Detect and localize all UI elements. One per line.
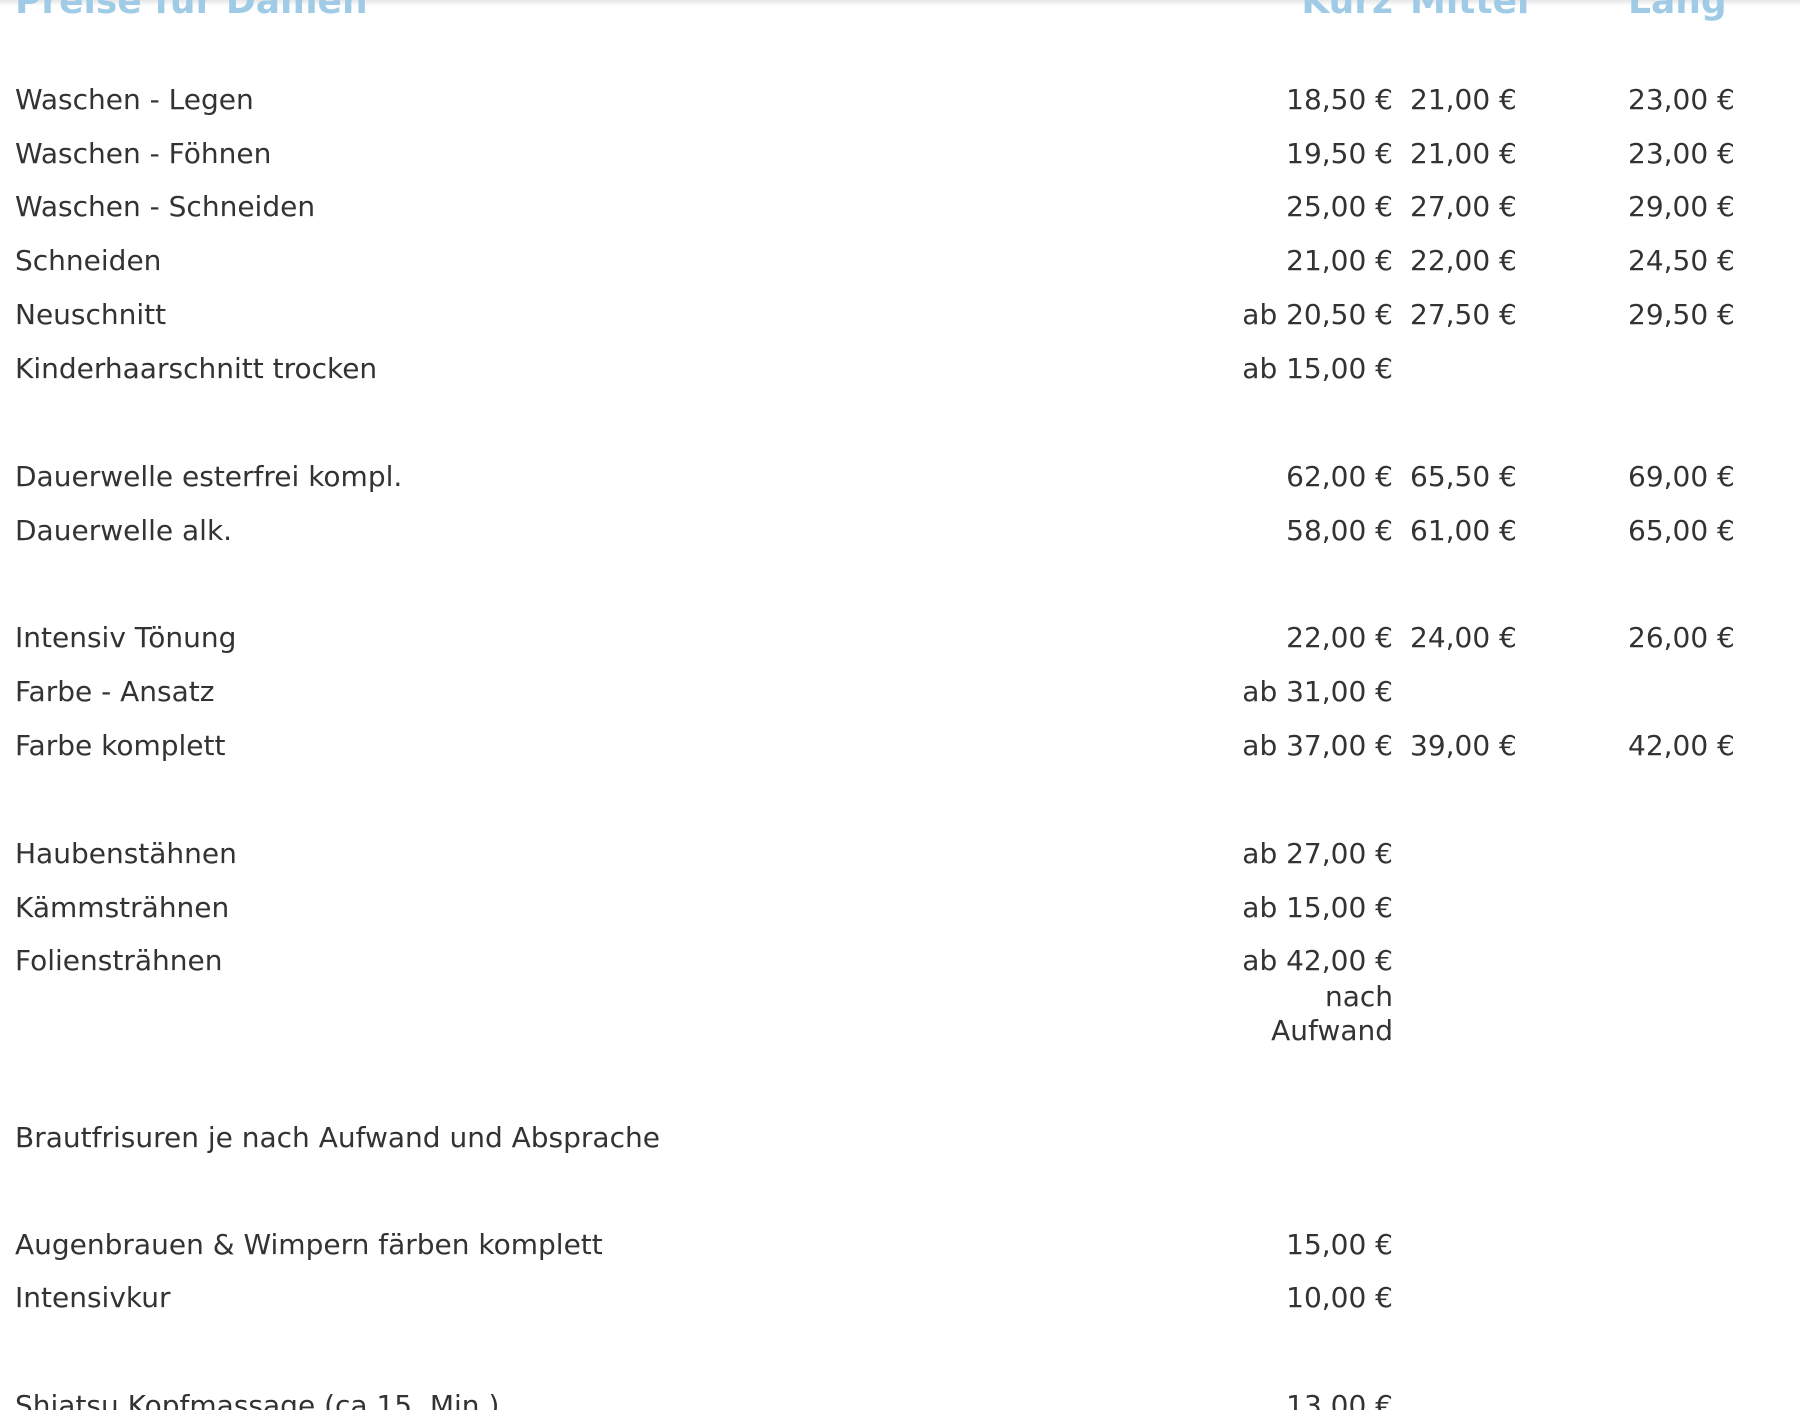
service-name: Dauerwelle esterfrei kompl. [15,460,403,493]
service-name: Foliensträhnen [15,944,223,977]
price-note-line: Aufwand [1271,1014,1393,1047]
price-kurz: 13,00 € [1286,1389,1393,1410]
table-row: Foliensträhnen ab 42,00 € [15,941,1785,985]
table-row: Waschen - Legen 18,50 € 21,00 € 23,00 € [15,80,1785,124]
price-mittel: 21,00 € [1410,83,1517,116]
price-mittel: 22,00 € [1410,244,1517,277]
service-name: Farbe komplett [15,729,226,762]
service-name: Brautfrisuren je nach Aufwand und Abspra… [15,1121,660,1154]
price-note: nach Aufwand [1271,980,1393,1048]
table-row: Waschen - Schneiden 25,00 € 27,00 € 29,0… [15,187,1785,231]
service-name: Intensiv Tönung [15,621,237,654]
service-name: Schneiden [15,244,162,277]
column-header-lang: Lang [1628,0,1727,22]
service-name: Intensivkur [15,1281,171,1314]
price-lang: 69,00 € [1628,460,1735,493]
service-name: Neuschnitt [15,298,167,331]
price-mittel: 24,00 € [1410,621,1517,654]
table-row: Intensivkur 10,00 € [15,1278,1785,1322]
table-row: Dauerwelle alk. 58,00 € 61,00 € 65,00 € [15,511,1785,555]
table-row: Farbe - Ansatz ab 31,00 € [15,672,1785,716]
price-kurz: ab 37,00 € [1242,729,1393,762]
service-name: Farbe - Ansatz [15,675,215,708]
table-row: Intensiv Tönung 22,00 € 24,00 € 26,00 € [15,618,1785,662]
price-kurz: 15,00 € [1286,1228,1393,1261]
price-kurz: 58,00 € [1286,514,1393,547]
price-lang: 24,50 € [1628,244,1735,277]
price-kurz: 21,00 € [1286,244,1393,277]
service-name: Kinderhaarschnitt trocken [15,352,378,385]
price-kurz: ab 20,50 € [1242,298,1393,331]
page-title: Preise für Damen [15,0,368,22]
price-kurz: 25,00 € [1286,190,1393,223]
price-mittel: 65,50 € [1410,460,1517,493]
price-mittel: 61,00 € [1410,514,1517,547]
price-kurz: ab 27,00 € [1242,837,1393,870]
price-lang: 42,00 € [1628,729,1735,762]
table-row: Kämmsträhnen ab 15,00 € [15,888,1785,932]
price-kurz: 19,50 € [1286,137,1393,170]
table-row: Shiatsu Kopfmassage (ca.15. Min.) 13,00 … [15,1386,1785,1410]
service-name: Waschen - Schneiden [15,190,316,223]
table-row: Augenbrauen & Wimpern färben komplett 15… [15,1225,1785,1269]
service-name: Kämmsträhnen [15,891,230,924]
price-kurz: 18,50 € [1286,83,1393,116]
price-mittel: 39,00 € [1410,729,1517,762]
service-name: Dauerwelle alk. [15,514,233,547]
price-kurz: 22,00 € [1286,621,1393,654]
price-mittel: 27,50 € [1410,298,1517,331]
table-row: Neuschnitt ab 20,50 € 27,50 € 29,50 € [15,295,1785,339]
table-row: Dauerwelle esterfrei kompl. 62,00 € 65,5… [15,457,1785,501]
price-lang: 26,00 € [1628,621,1735,654]
price-kurz: 62,00 € [1286,460,1393,493]
price-table: Preise für Damen Kurz Mittel Lang Wasche… [15,0,1785,1410]
price-kurz: ab 15,00 € [1242,352,1393,385]
price-lang: 29,00 € [1628,190,1735,223]
table-header-row: Preise für Damen Kurz Mittel Lang [15,0,1785,44]
table-row: Haubenstähnen ab 27,00 € [15,834,1785,878]
price-lang: 23,00 € [1628,137,1735,170]
table-row: Brautfrisuren je nach Aufwand und Abspra… [15,1118,1785,1162]
column-header-kurz: Kurz [1301,0,1393,22]
price-note-line: nach [1324,980,1393,1013]
price-kurz: ab 42,00 € [1242,944,1393,977]
price-kurz: ab 15,00 € [1242,891,1393,924]
service-name: Shiatsu Kopfmassage (ca.15. Min.) [15,1389,500,1410]
service-name: Waschen - Legen [15,83,254,116]
service-name: Haubenstähnen [15,837,237,870]
table-row: Farbe komplett ab 37,00 € 39,00 € 42,00 … [15,726,1785,770]
price-lang: 65,00 € [1628,514,1735,547]
price-lang: 23,00 € [1628,83,1735,116]
price-mittel: 21,00 € [1410,137,1517,170]
column-header-mittel: Mittel [1410,0,1530,22]
price-kurz: ab 31,00 € [1242,675,1393,708]
price-mittel: 27,00 € [1410,190,1517,223]
table-row: Kinderhaarschnitt trocken ab 15,00 € [15,349,1785,393]
table-row: Waschen - Föhnen 19,50 € 21,00 € 23,00 € [15,134,1785,178]
price-kurz: 10,00 € [1286,1281,1393,1314]
service-name: Waschen - Föhnen [15,137,272,170]
service-name: Augenbrauen & Wimpern färben komplett [15,1228,603,1261]
price-lang: 29,50 € [1628,298,1735,331]
table-row: Schneiden 21,00 € 22,00 € 24,50 € [15,241,1785,285]
